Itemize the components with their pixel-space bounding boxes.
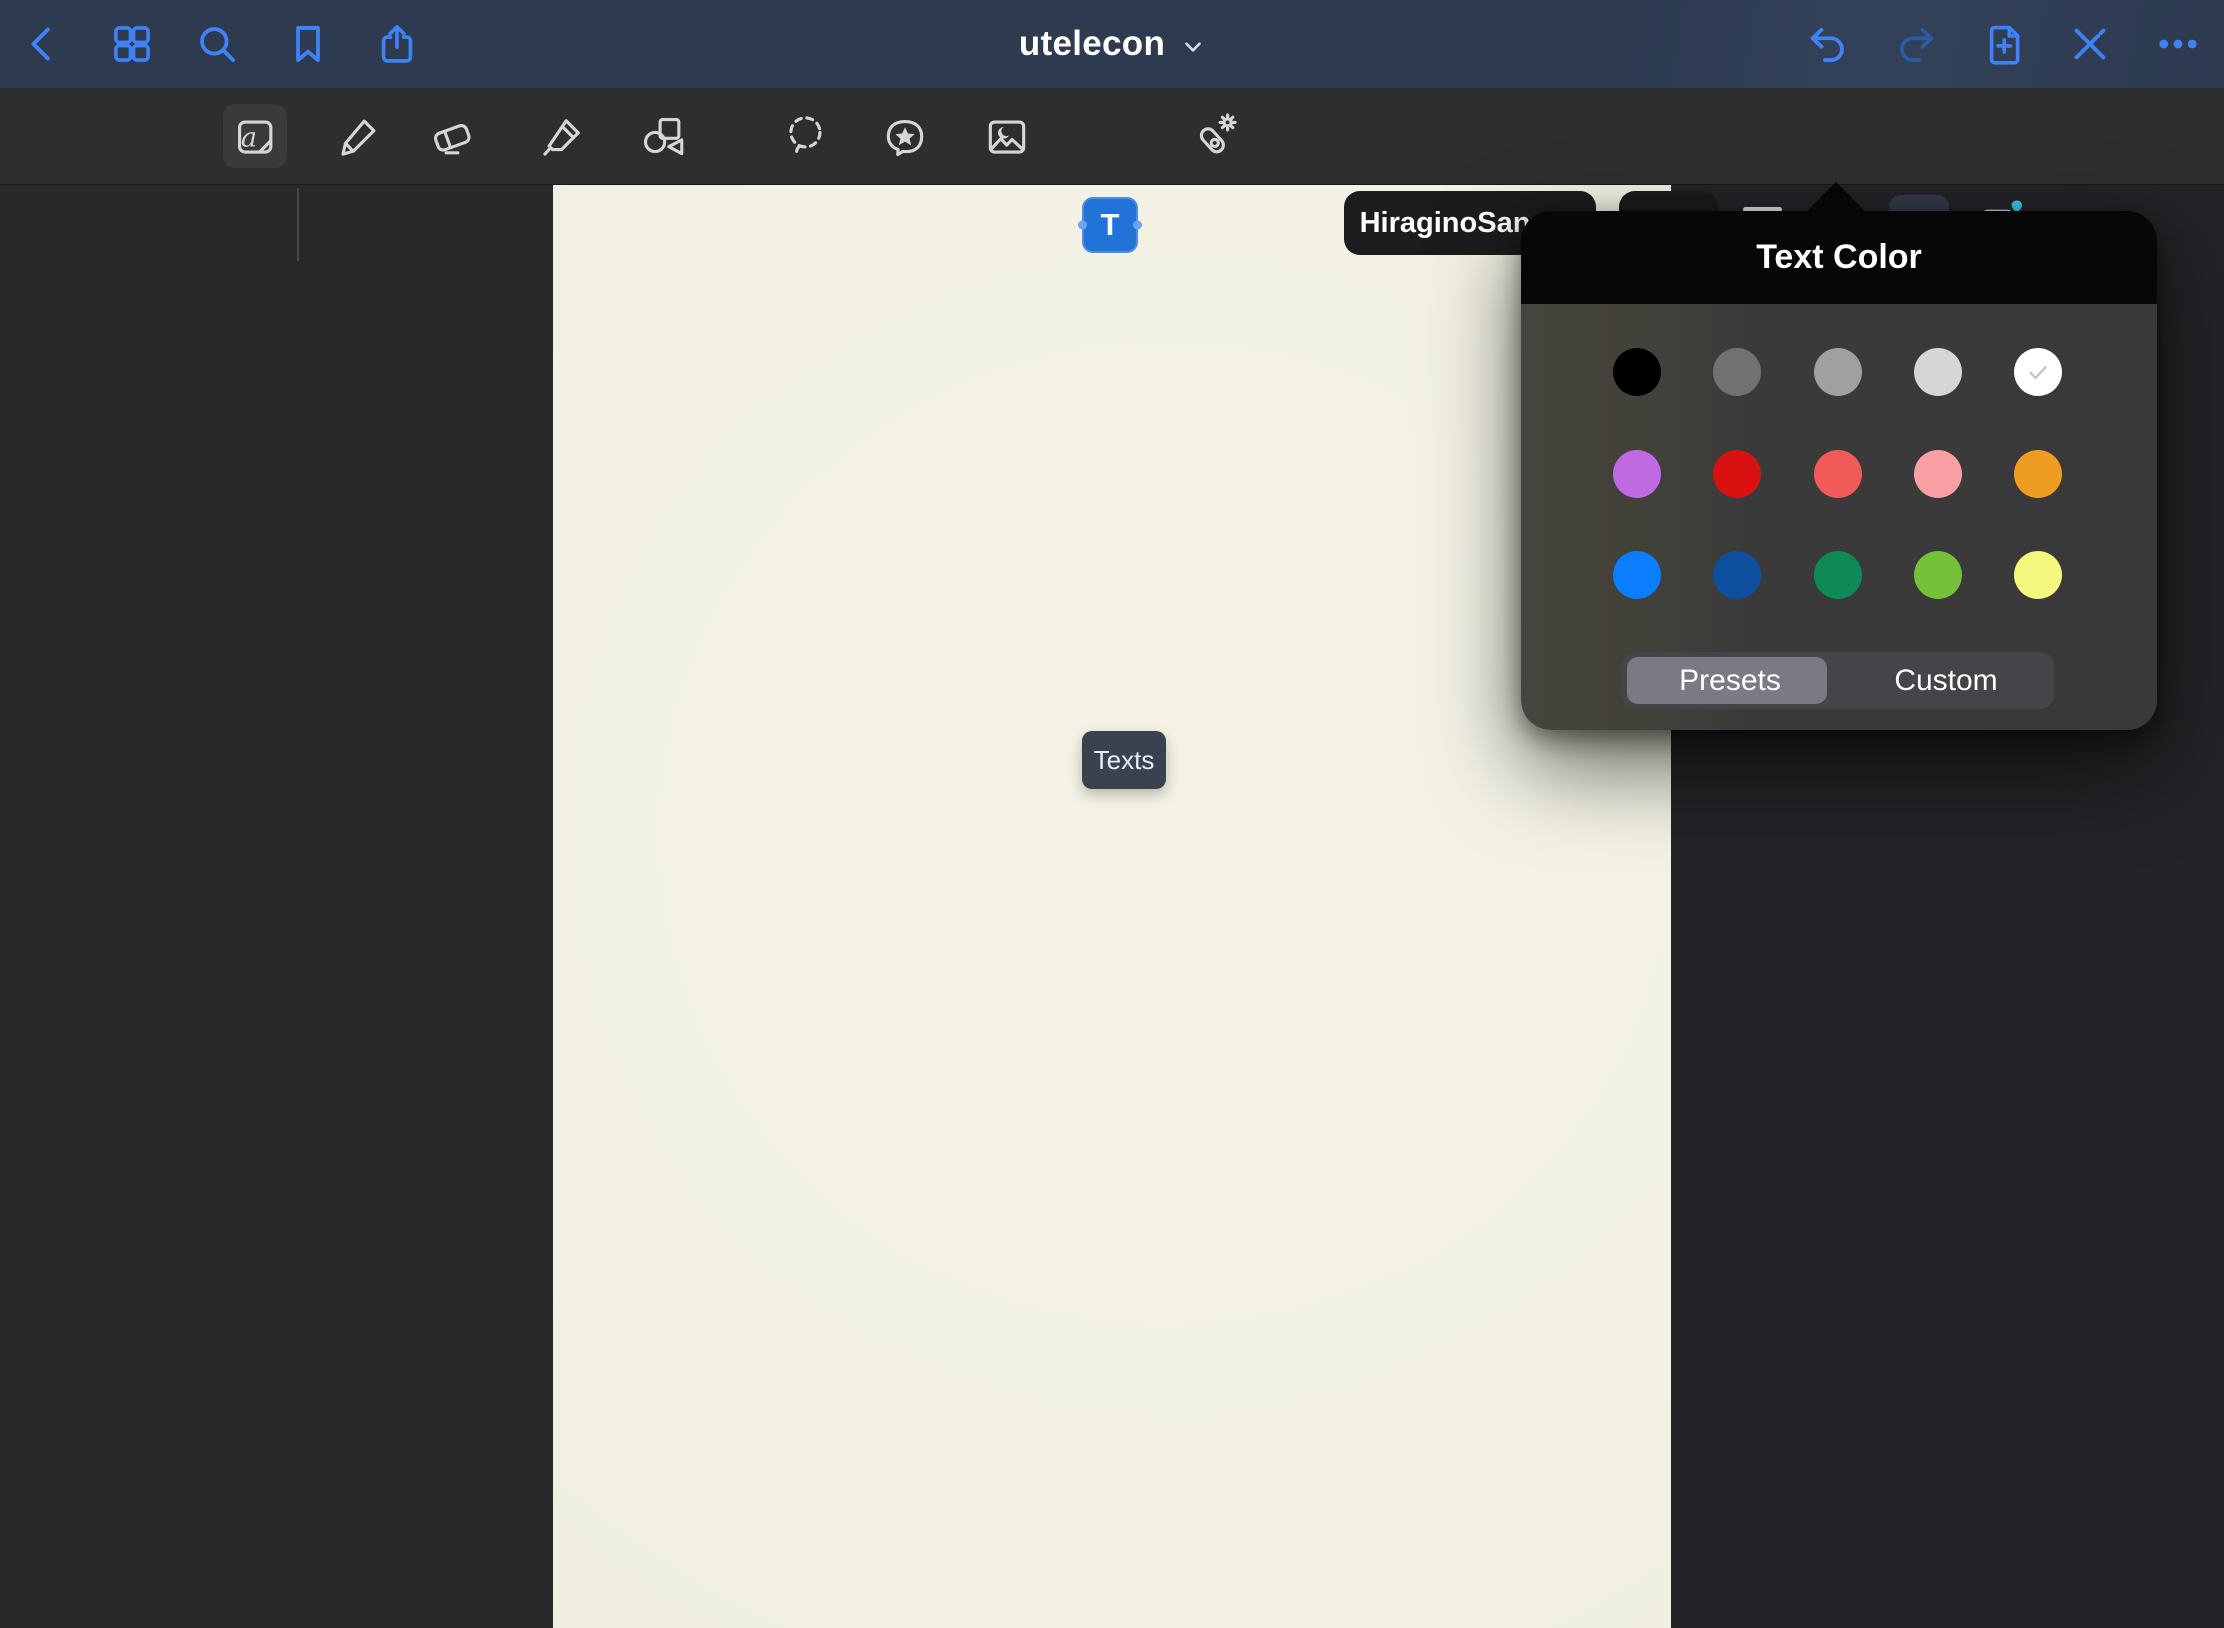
pointer-tool[interactable]	[1181, 88, 1245, 185]
stylus-mode-button[interactable]	[2067, 21, 2113, 67]
image-icon	[982, 112, 1032, 162]
title-chevron-down-icon[interactable]	[1181, 35, 1205, 59]
color-swatch[interactable]	[1713, 348, 1761, 396]
color-swatch[interactable]	[1814, 450, 1862, 498]
color-swatch[interactable]	[1613, 551, 1661, 599]
search-icon	[194, 21, 240, 67]
text-object[interactable]: Texts	[1082, 731, 1166, 789]
laser-pointer-icon	[1188, 112, 1238, 162]
add-page-button[interactable]	[1982, 21, 2028, 67]
notebook-page[interactable]	[553, 185, 1671, 1628]
pen-icon	[333, 112, 383, 162]
highlighter-tool[interactable]	[530, 88, 594, 185]
shapes-tool[interactable]	[631, 88, 695, 185]
document-title[interactable]: utelecon	[1019, 24, 1165, 64]
redo-button[interactable]	[1893, 21, 1939, 67]
lasso-tool[interactable]	[773, 88, 837, 185]
popover-title: Text Color	[1756, 238, 1922, 277]
share-icon	[374, 21, 420, 67]
tools-toolbar: a	[0, 88, 2224, 185]
pages-overview-button[interactable]	[109, 21, 155, 67]
image-tool[interactable]	[975, 88, 1039, 185]
text-color-popover: Text Color Presets Custom	[1521, 211, 2157, 730]
eraser-icon	[427, 112, 477, 162]
selection-handle-right	[1133, 221, 1142, 230]
document-plus-icon	[1982, 21, 2028, 67]
sticker-star-icon	[880, 112, 930, 162]
selection-handle-left	[1078, 221, 1087, 230]
grid-icon	[109, 21, 155, 67]
bookmark-button[interactable]	[285, 21, 331, 67]
shapes-icon	[638, 112, 688, 162]
popover-header: Text Color	[1521, 211, 2157, 304]
check-icon	[2023, 357, 2053, 387]
color-swatch[interactable]	[1713, 551, 1761, 599]
color-swatch[interactable]	[1914, 348, 1962, 396]
top-navigation-bar: utelecon	[0, 0, 2224, 88]
text-tool-selected[interactable]: T	[1082, 197, 1138, 253]
undo-button[interactable]	[1805, 21, 1851, 67]
elements-tool[interactable]	[873, 88, 937, 185]
color-swatch[interactable]	[2014, 450, 2062, 498]
presets-custom-segmented-control: Presets Custom	[1622, 652, 2054, 709]
desk-background-left	[0, 185, 553, 1628]
eraser-tool[interactable]	[420, 88, 484, 185]
tab-presets[interactable]: Presets	[1622, 652, 1838, 709]
undo-icon	[1805, 21, 1851, 67]
share-button[interactable]	[374, 21, 420, 67]
pen-tool[interactable]	[326, 88, 390, 185]
color-swatch[interactable]	[1814, 348, 1862, 396]
color-swatch[interactable]	[1814, 551, 1862, 599]
color-swatch[interactable]	[2014, 551, 2062, 599]
crossed-pencil-icon	[2067, 21, 2113, 67]
popover-body: Presets Custom	[1521, 304, 2157, 730]
document-title-group: utelecon	[0, 0, 2224, 88]
color-swatch[interactable]	[1613, 348, 1661, 396]
text-tool-glyph: T	[1101, 207, 1120, 243]
color-swatch[interactable]	[1613, 450, 1661, 498]
more-options-button[interactable]	[2155, 21, 2201, 67]
popover-arrow	[1805, 182, 1867, 213]
color-swatch[interactable]	[1914, 450, 1962, 498]
tab-custom[interactable]: Custom	[1838, 652, 2054, 709]
zoom-window-icon: a	[230, 112, 280, 162]
redo-icon	[1893, 21, 1939, 67]
toolbar-separator	[297, 188, 299, 261]
back-button[interactable]	[20, 21, 66, 67]
lasso-icon	[780, 112, 830, 162]
color-swatch[interactable]	[1914, 551, 1962, 599]
color-swatch[interactable]	[1713, 450, 1761, 498]
zoom-window-tool[interactable]: a	[223, 88, 287, 185]
highlighter-icon	[537, 112, 587, 162]
svg-text:a: a	[241, 122, 257, 153]
search-button[interactable]	[194, 21, 240, 67]
ellipsis-icon	[2155, 21, 2201, 67]
bookmark-icon	[285, 21, 331, 67]
color-swatch[interactable]	[2014, 348, 2062, 396]
chevron-left-icon	[20, 21, 66, 67]
